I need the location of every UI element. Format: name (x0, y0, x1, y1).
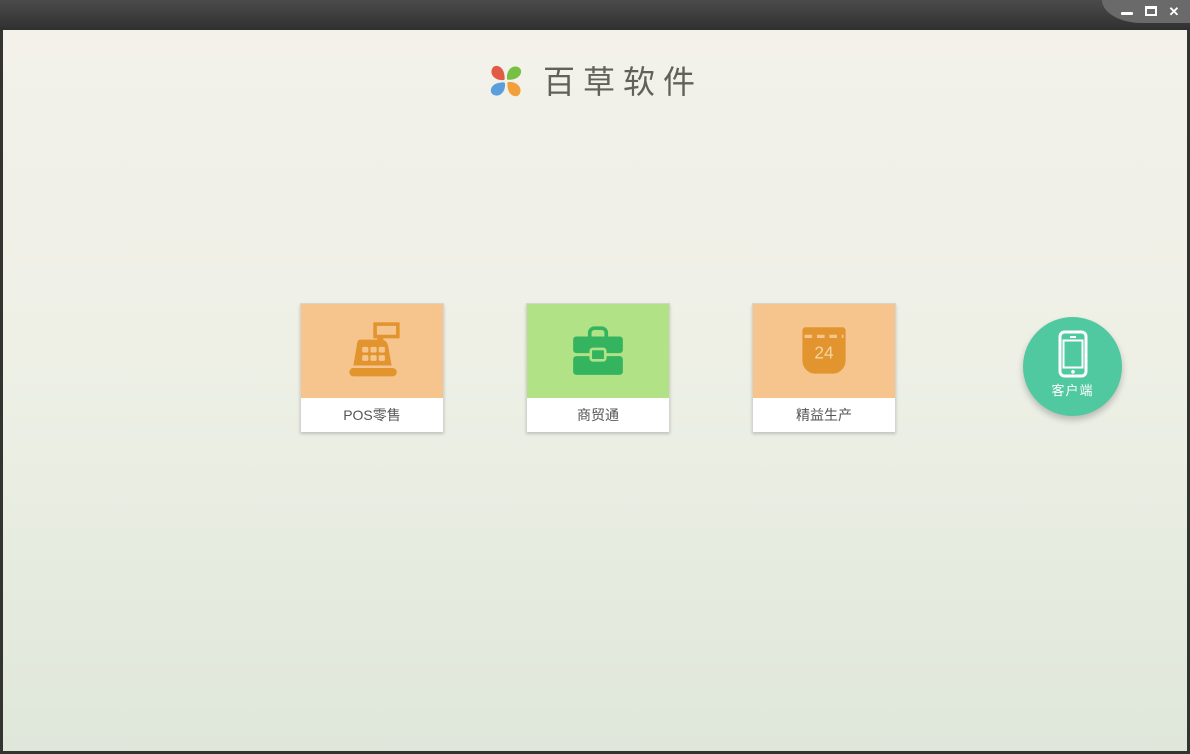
smartphone-icon (1058, 330, 1087, 378)
minimize-icon (1121, 12, 1133, 15)
pos-tile (301, 304, 443, 398)
product-card-lean[interactable]: 24 精益生产 (752, 303, 896, 432)
briefcase-icon (573, 326, 623, 375)
maximize-icon (1145, 6, 1157, 16)
close-button[interactable]: ✕ (1165, 3, 1183, 19)
minimize-button[interactable] (1118, 3, 1136, 19)
cash-register-icon (349, 322, 400, 377)
product-label: 精益生产 (753, 398, 895, 432)
app-title: 百草软件 (542, 63, 703, 101)
pinwheel-logo-icon (490, 65, 522, 97)
product-label: POS零售 (301, 398, 443, 432)
mobile-client-button[interactable]: 客户端 (1023, 317, 1122, 416)
calendar-day-text: 24 (814, 343, 834, 363)
window-controls: ✕ (1102, 0, 1190, 23)
lean-tile: 24 (753, 304, 895, 398)
client-label: 客户端 (1051, 383, 1094, 398)
app-brand: 百草软件 (3, 55, 1187, 105)
main-content: 百草软件 POS零售 商贸通 24 精益生产 客户端 (0, 30, 1190, 754)
product-label: 商贸通 (527, 398, 669, 432)
calendar-icon: 24 (802, 327, 846, 374)
product-card-pos[interactable]: POS零售 (300, 303, 444, 432)
app-window: ✕ 百草软件 POS零售 商贸通 24 精益生产 客户端 (0, 0, 1190, 754)
close-icon: ✕ (1168, 3, 1180, 19)
trade-tile (527, 304, 669, 398)
title-bar[interactable]: ✕ (0, 0, 1190, 30)
maximize-button[interactable] (1142, 3, 1160, 19)
product-card-trade[interactable]: 商贸通 (526, 303, 670, 432)
